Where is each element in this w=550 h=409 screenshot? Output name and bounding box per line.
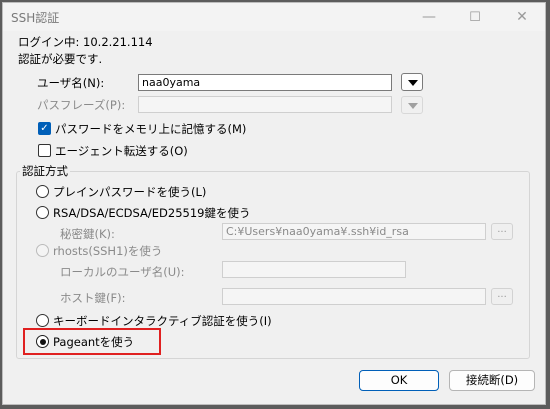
host-key-browse-button[interactable]: ... [491, 288, 513, 305]
agent-forward-label: エージェント転送する(O) [55, 144, 188, 158]
rhosts-label: rhosts(SSH1)を使う [53, 244, 163, 258]
chevron-down-icon [408, 80, 418, 86]
rsa-key-label: RSA/DSA/ECDSA/ED25519鍵を使う [53, 206, 251, 220]
rhosts-radio[interactable] [36, 244, 49, 257]
agent-forward-checkbox[interactable] [38, 144, 51, 157]
private-key-browse-button[interactable]: ... [491, 223, 513, 240]
checkmark-icon: ✓ [40, 123, 49, 134]
private-key-input[interactable] [222, 223, 486, 240]
private-key-label: 秘密鍵(K): [60, 227, 115, 241]
username-label: ユーザ名(N): [37, 76, 105, 90]
passphrase-label: パスフレーズ(P): [37, 98, 126, 112]
title-bar: SSH認証 — ☐ ✕ [3, 3, 545, 31]
chevron-down-icon [408, 103, 418, 109]
host-key-input[interactable] [222, 288, 486, 305]
keyboard-interactive-label: キーボードインタラクティブ認証を使う(I) [53, 314, 272, 328]
disconnect-button[interactable]: 接続断(D) [449, 370, 535, 391]
remember-password-checkbox[interactable]: ✓ [38, 122, 51, 135]
keyboard-interactive-radio[interactable] [36, 314, 49, 327]
ssh-auth-dialog: SSH認証 — ☐ ✕ ログイン中: 10.2.21.114 認証が必要です. … [2, 2, 546, 405]
close-icon: ✕ [516, 9, 528, 25]
username-input[interactable] [138, 74, 392, 91]
plain-password-radio[interactable] [36, 185, 49, 198]
minimize-button[interactable]: — [407, 3, 451, 31]
pageant-radio[interactable] [36, 335, 49, 348]
maximize-button[interactable]: ☐ [453, 3, 497, 31]
host-key-label: ホスト鍵(F): [60, 291, 126, 305]
login-status: ログイン中: 10.2.21.114 [18, 35, 153, 49]
remember-password-label: パスワードをメモリ上に記憶する(M) [55, 122, 247, 136]
pageant-label: Pageantを使う [53, 335, 135, 349]
passphrase-dropdown[interactable] [401, 96, 423, 114]
window-title: SSH認証 [11, 11, 60, 25]
local-user-label: ローカルのユーザ名(U): [60, 265, 185, 279]
rsa-key-radio[interactable] [36, 206, 49, 219]
passphrase-input[interactable] [138, 96, 392, 113]
local-user-input[interactable] [222, 261, 406, 278]
auth-required-text: 認証が必要です. [18, 52, 103, 66]
close-button[interactable]: ✕ [500, 3, 544, 31]
auth-method-title: 認証方式 [20, 163, 70, 179]
username-history-dropdown[interactable] [401, 73, 423, 91]
maximize-icon: ☐ [469, 9, 481, 25]
plain-password-label: プレインパスワードを使う(L) [53, 185, 207, 199]
minimize-icon: — [422, 9, 436, 25]
ok-button[interactable]: OK [359, 370, 439, 391]
